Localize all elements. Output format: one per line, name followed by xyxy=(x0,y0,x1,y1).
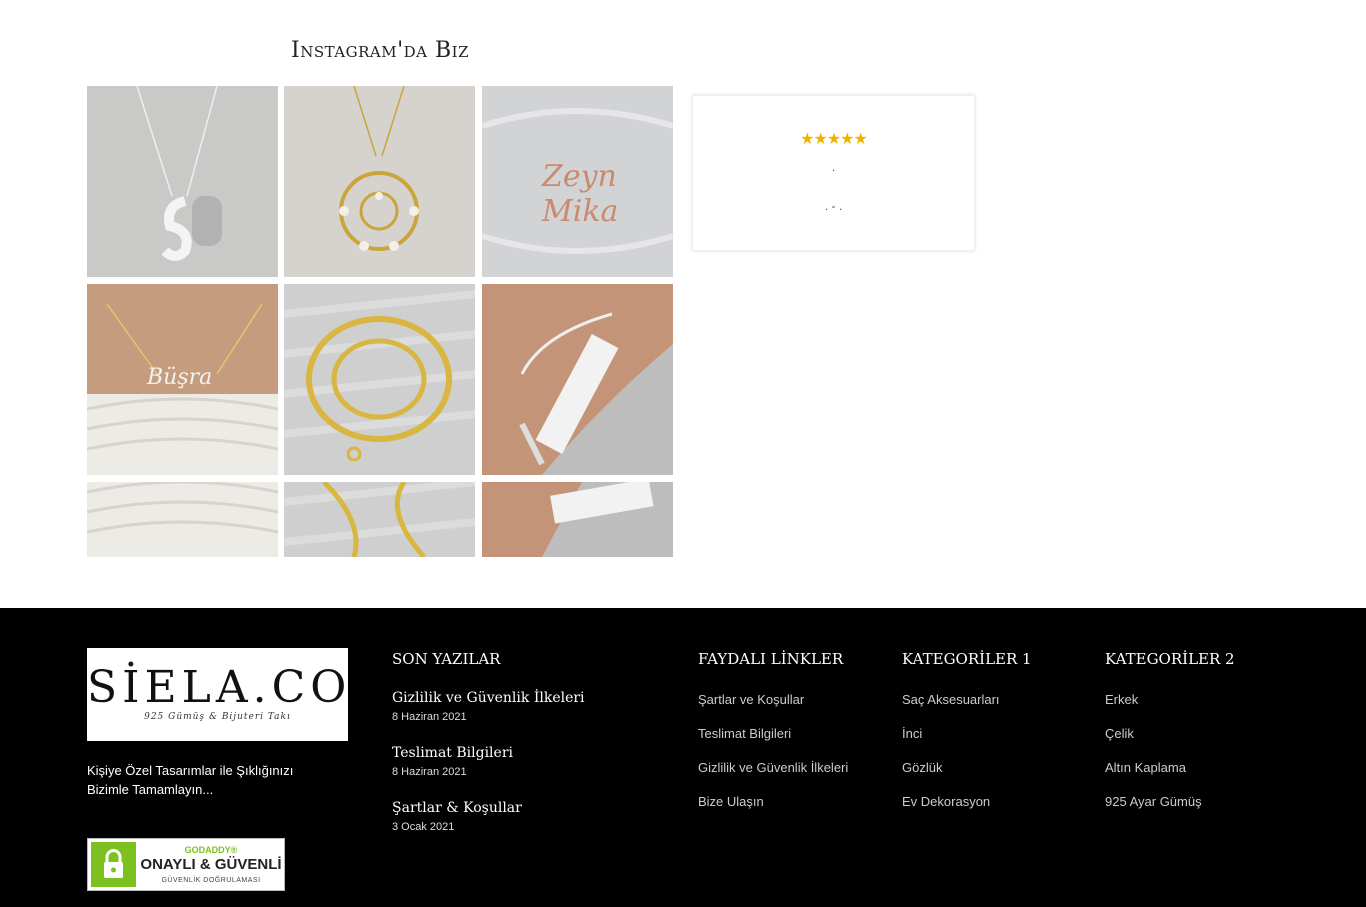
useful-links-title: FAYDALI LİNKLER xyxy=(698,650,844,668)
category-link[interactable]: Çelik xyxy=(1105,726,1134,741)
post-date: 8 Haziran 2021 xyxy=(392,711,467,723)
recent-post-item[interactable]: Teslimat Bilgileri 8 Haziran 2021 xyxy=(392,745,513,778)
instagram-photo-sweater[interactable] xyxy=(87,482,278,557)
post-date: 8 Haziran 2021 xyxy=(392,766,467,778)
instagram-photo-sun-pendant[interactable] xyxy=(284,86,475,277)
categories2-title: KATEGORİLER 2 xyxy=(1105,650,1235,668)
instagram-photo-gold-chain[interactable] xyxy=(284,284,475,475)
footer-link[interactable]: Bize Ulaşın xyxy=(698,794,764,809)
logo-wordmark: SİELA.CO xyxy=(87,662,352,713)
recent-post-item[interactable]: Gizlilik ve Güvenlik İlkeleri 8 Haziran … xyxy=(392,690,585,723)
instagram-photo-letter-necklace[interactable] xyxy=(87,86,278,277)
site-logo[interactable]: SİELA.CO 925 Gümüş & Bijuteri Takı xyxy=(87,648,348,741)
badge-brand: GODADDY® xyxy=(184,845,238,855)
post-title[interactable]: Gizlilik ve Güvenlik İlkeleri xyxy=(392,690,585,706)
lock-icon xyxy=(91,842,136,887)
badge-main: ONAYLI & GÜVENLİ xyxy=(140,856,282,873)
rating-stars: ★★★★★ xyxy=(800,131,868,148)
footer-link[interactable]: Gizlilik ve Güvenlik İlkeleri xyxy=(698,760,848,775)
site-footer: SİELA.CO 925 Gümüş & Bijuteri Takı Kişiy… xyxy=(0,608,1366,907)
category-link[interactable]: Gözlük xyxy=(902,760,942,775)
logo-subtitle: 925 Gümüş & Bijuteri Takı xyxy=(144,712,291,722)
review-text: . xyxy=(831,160,836,174)
recent-post-item[interactable]: Şartlar & Koşullar 3 Ocak 2021 xyxy=(392,800,522,833)
instagram-section: Instagram'da Biz Zeyn Mika Büşra ★★★★★ .… xyxy=(0,0,1366,608)
instagram-photo-bracelet[interactable] xyxy=(482,284,673,475)
instagram-grid: Zeyn Mika Büşra xyxy=(87,86,673,557)
svg-text:Zeyn: Zeyn xyxy=(541,159,617,194)
footer-link[interactable]: Teslimat Bilgileri xyxy=(698,726,791,741)
post-title[interactable]: Teslimat Bilgileri xyxy=(392,745,513,761)
instagram-title: Instagram'da Biz xyxy=(291,38,469,63)
category-link[interactable]: Ev Dekorasyon xyxy=(902,794,990,809)
category-link[interactable]: Erkek xyxy=(1105,692,1138,707)
instagram-photo-bracelet-detail[interactable] xyxy=(482,482,673,557)
svg-text:Mika: Mika xyxy=(541,194,618,229)
footer-link[interactable]: Şartlar ve Koşullar xyxy=(698,692,804,707)
category-link[interactable]: İnci xyxy=(902,726,922,741)
category-link[interactable]: Altın Kaplama xyxy=(1105,760,1186,775)
security-badge[interactable]: GODADDY® ONAYLI & GÜVENLİ GÜVENLİK DOĞRU… xyxy=(87,838,285,891)
svg-text:Büşra: Büşra xyxy=(146,365,212,390)
review-card: ★★★★★ . . - . xyxy=(692,95,975,251)
post-title[interactable]: Şartlar & Koşullar xyxy=(392,800,522,816)
instagram-photo-chain-detail[interactable] xyxy=(284,482,475,557)
category-link[interactable]: 925 Ayar Gümüş xyxy=(1105,794,1202,809)
category-link[interactable]: Saç Aksesuarları xyxy=(902,692,1000,707)
footer-tagline: Kişiye Özel Tasarımlar ile Şıklığınızı B… xyxy=(87,763,294,797)
badge-sub: GÜVENLİK DOĞRULAMASI xyxy=(161,877,261,884)
instagram-photo-name-ring[interactable]: Zeyn Mika xyxy=(482,86,673,277)
instagram-photo-name-necklace[interactable]: Büşra xyxy=(87,284,278,475)
review-author: . - . xyxy=(824,199,843,213)
categories1-title: KATEGORİLER 1 xyxy=(902,650,1032,668)
post-date: 3 Ocak 2021 xyxy=(392,821,455,833)
recent-posts-title: SON YAZILAR xyxy=(392,650,501,668)
